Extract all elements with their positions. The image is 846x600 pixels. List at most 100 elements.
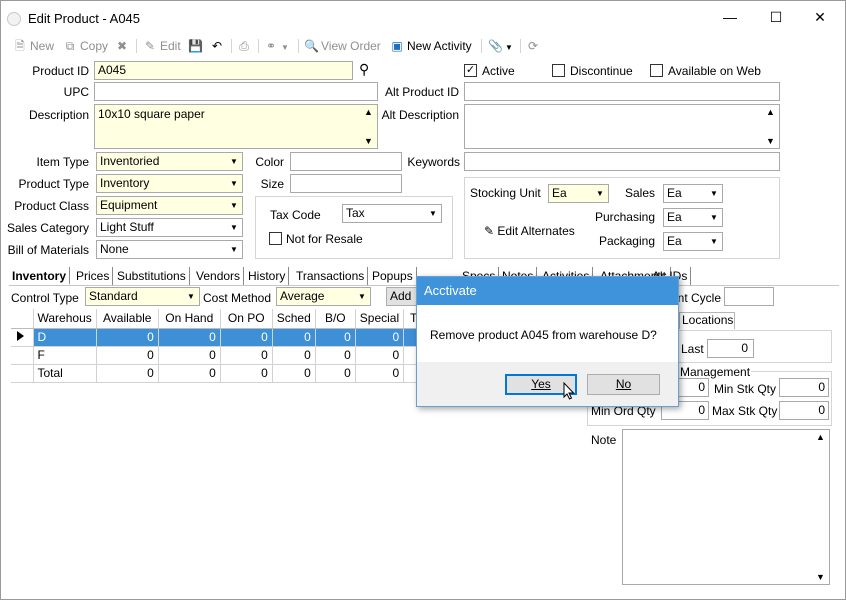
col-sched[interactable]: Sched: [272, 309, 316, 329]
bom-combo[interactable]: None ▼: [96, 240, 243, 259]
tax-code-combo[interactable]: Tax ▼: [342, 204, 442, 223]
count-cycle-field[interactable]: [724, 287, 774, 306]
note-scrollbar[interactable]: ▲ ▼: [814, 430, 829, 584]
chevron-down-icon[interactable]: ▼: [706, 185, 722, 202]
purchasing-unit-combo[interactable]: Ea ▼: [663, 208, 723, 227]
alt-description-scrollbar[interactable]: ▲ ▼: [764, 105, 779, 148]
cell-on-hand[interactable]: 0: [158, 328, 221, 347]
note-field[interactable]: ▲ ▼: [622, 429, 830, 585]
close-button[interactable]: ✕: [797, 3, 843, 33]
table-row[interactable]: D 0 0 0 0 0 0: [11, 328, 425, 347]
cell-warehouse[interactable]: D: [33, 328, 97, 347]
min-stk-qty-field[interactable]: 0: [779, 378, 829, 397]
cell-on-po[interactable]: 0: [220, 328, 273, 347]
chevron-down-icon[interactable]: ▼: [354, 288, 370, 305]
max-stk-qty-field[interactable]: 0: [779, 401, 829, 420]
tab-transactions[interactable]: Transactions: [293, 267, 369, 285]
chevron-down-icon[interactable]: ▼: [226, 197, 242, 214]
chevron-down-icon[interactable]: ▼: [706, 233, 722, 250]
edit-alternates-link[interactable]: ✎ Edit Alternates: [484, 224, 575, 238]
active-checkbox[interactable]: ✓: [464, 64, 477, 77]
search-icon[interactable]: ⚲: [359, 61, 369, 78]
cost-method-combo[interactable]: Average ▼: [276, 287, 371, 306]
tab-vendors[interactable]: Vendors: [193, 267, 245, 285]
product-class-combo[interactable]: Equipment ▼: [96, 196, 243, 215]
not-for-resale-checkbox[interactable]: [269, 232, 282, 245]
no-button[interactable]: No: [587, 374, 660, 395]
item-type-combo[interactable]: Inventoried ▼: [96, 152, 243, 171]
table-row[interactable]: F 0 0 0 0 0 0: [11, 346, 425, 365]
description-field[interactable]: 10x10 square paper ▲ ▼: [94, 104, 378, 149]
cell-bo[interactable]: 0: [315, 328, 356, 347]
chevron-down-icon[interactable]: ▼: [226, 153, 242, 170]
cell-on-hand[interactable]: 0: [158, 346, 221, 365]
upc-field[interactable]: [94, 82, 378, 101]
stocking-unit-combo[interactable]: Ea ▼: [548, 184, 609, 203]
cell-bo[interactable]: 0: [315, 346, 356, 365]
col-warehouse[interactable]: Warehous: [33, 309, 97, 329]
size-field[interactable]: [290, 174, 402, 193]
cell-warehouse[interactable]: F: [33, 346, 97, 365]
refresh-button[interactable]: ⟳: [526, 37, 543, 55]
new-activity-button[interactable]: ▣ New Activity: [390, 37, 471, 55]
control-type-combo[interactable]: Standard ▼: [85, 287, 200, 306]
alt-product-id-field[interactable]: [464, 82, 780, 101]
col-on-hand[interactable]: On Hand: [158, 309, 221, 329]
attachment-button[interactable]: 📎 ▼: [488, 37, 513, 55]
cell-available[interactable]: 0: [96, 328, 159, 347]
tab-locations[interactable]: Locations: [679, 312, 735, 329]
scroll-up-icon[interactable]: ▲: [816, 432, 825, 442]
tab-popups[interactable]: Popups: [369, 267, 417, 285]
maximize-button[interactable]: ☐: [753, 3, 799, 33]
col-bo[interactable]: B/O: [315, 309, 356, 329]
alt-description-field[interactable]: ▲ ▼: [464, 104, 780, 149]
last-field[interactable]: 0: [707, 339, 754, 358]
scroll-up-icon[interactable]: ▲: [364, 107, 373, 117]
scroll-down-icon[interactable]: ▼: [816, 572, 825, 582]
print-button[interactable]: ⎙: [237, 37, 254, 55]
cell-special[interactable]: 0: [355, 328, 405, 347]
chevron-down-icon[interactable]: ▼: [226, 241, 242, 258]
view-order-button[interactable]: 🔍 View Order: [304, 37, 381, 55]
cell-special[interactable]: 0: [355, 346, 405, 365]
available-web-checkbox[interactable]: [650, 64, 663, 77]
minimize-button[interactable]: —: [707, 3, 753, 33]
product-type-combo[interactable]: Inventory ▼: [96, 174, 243, 193]
chevron-down-icon[interactable]: ▼: [226, 219, 242, 236]
undo-button[interactable]: ↶: [210, 37, 227, 55]
tab-inventory[interactable]: Inventory: [9, 267, 71, 285]
new-button[interactable]: 🗎 New: [13, 37, 54, 55]
copy-button[interactable]: ⧉ Copy: [63, 37, 108, 55]
product-id-field[interactable]: A045: [94, 61, 353, 80]
cell-available[interactable]: 0: [96, 346, 159, 365]
tag-button[interactable]: ⚭ ▼: [264, 37, 289, 55]
col-special[interactable]: Special: [355, 309, 405, 329]
discontinue-checkbox[interactable]: [552, 64, 565, 77]
description-scrollbar[interactable]: ▲ ▼: [362, 105, 377, 148]
toolbar-separator: [136, 39, 137, 53]
cell-sched[interactable]: 0: [272, 346, 316, 365]
chevron-down-icon[interactable]: ▼: [226, 175, 242, 192]
tab-history[interactable]: History: [245, 267, 290, 285]
chevron-down-icon[interactable]: ▼: [592, 185, 608, 202]
scroll-down-icon[interactable]: ▼: [766, 136, 775, 146]
tab-prices[interactable]: Prices: [73, 267, 114, 285]
save-button[interactable]: 💾: [188, 37, 205, 55]
cell-on-po[interactable]: 0: [220, 346, 273, 365]
cell-sched[interactable]: 0: [272, 328, 316, 347]
chevron-down-icon[interactable]: ▼: [706, 209, 722, 226]
scroll-up-icon[interactable]: ▲: [766, 107, 775, 117]
chevron-down-icon[interactable]: ▼: [183, 288, 199, 305]
tab-substitutions[interactable]: Substitutions: [114, 267, 190, 285]
chevron-down-icon[interactable]: ▼: [425, 205, 441, 222]
scroll-down-icon[interactable]: ▼: [364, 136, 373, 146]
delete-button[interactable]: ✖: [115, 37, 132, 55]
col-available[interactable]: Available: [96, 309, 159, 329]
edit-button[interactable]: ✎ Edit: [143, 37, 181, 55]
col-on-po[interactable]: On PO: [220, 309, 273, 329]
color-field[interactable]: [290, 152, 402, 171]
keywords-field[interactable]: [464, 152, 780, 171]
packaging-unit-combo[interactable]: Ea ▼: [663, 232, 723, 251]
sales-unit-combo[interactable]: Ea ▼: [663, 184, 723, 203]
sales-category-combo[interactable]: Light Stuff ▼: [96, 218, 243, 237]
